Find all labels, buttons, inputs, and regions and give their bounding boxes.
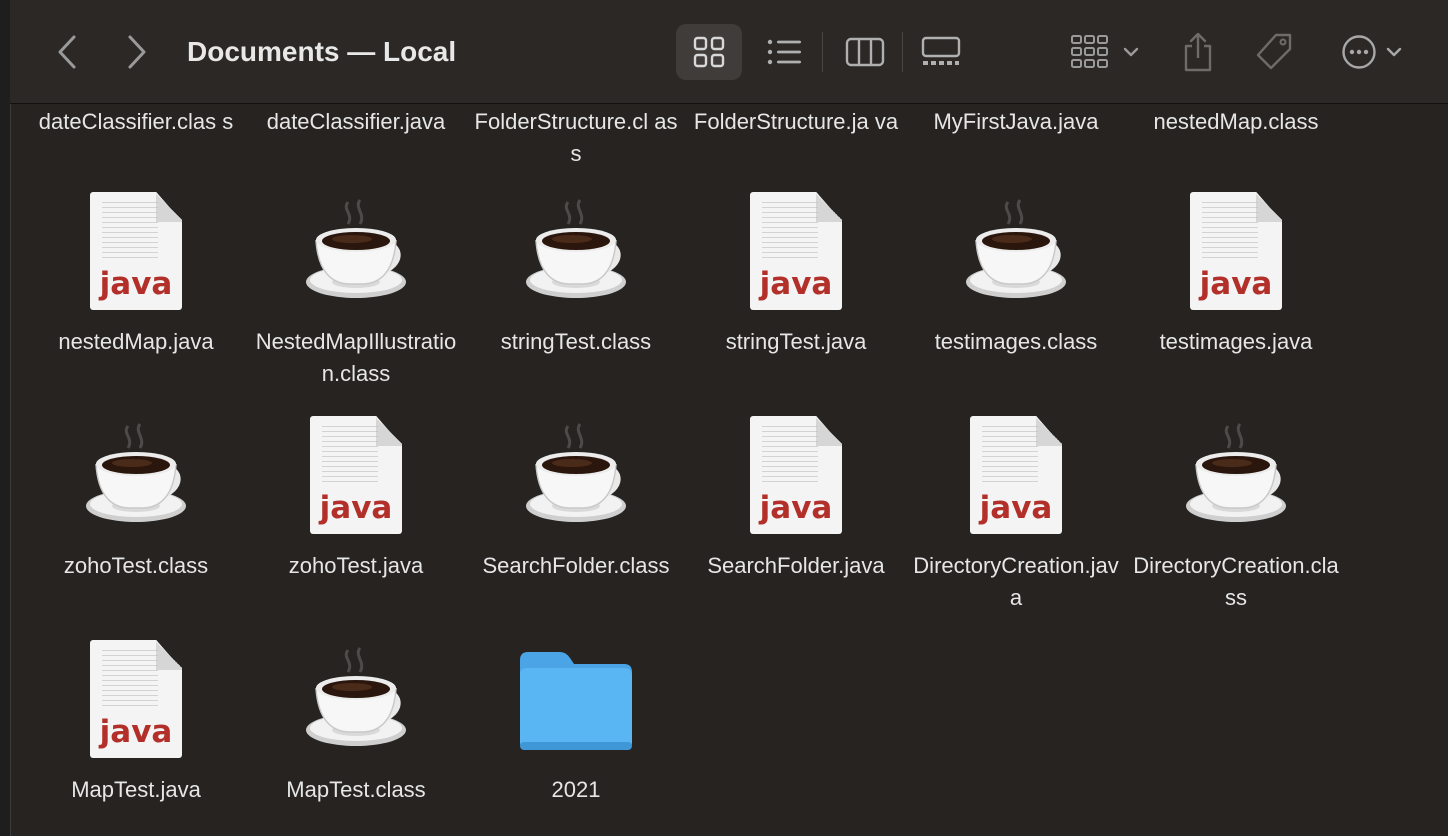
icon-grid-icon	[693, 36, 725, 68]
file-name: dateClassifier.clas s	[38, 109, 234, 134]
file-name: zohoTest.java	[288, 553, 424, 578]
file-name: SearchFolder.java	[707, 553, 885, 578]
toolbar: Documents — Local	[10, 0, 1448, 104]
coffee-cup-icon	[248, 640, 464, 764]
folder-item[interactable]: 2021	[468, 640, 684, 806]
file-item[interactable]: zohoTest.class	[28, 416, 244, 582]
file-item[interactable]: java SearchFolder.java	[688, 416, 904, 582]
java-badge: java	[1199, 266, 1273, 302]
file-name: MyFirstJava.java	[933, 109, 1099, 134]
ellipsis-circle-icon	[1342, 35, 1376, 69]
java-file-icon: java	[688, 416, 904, 540]
file-item[interactable]: SearchFolder.class	[468, 416, 684, 582]
group-by-button[interactable]	[1060, 24, 1150, 80]
file-item[interactable]: stringTest.class	[468, 192, 684, 358]
column-view-button[interactable]	[832, 24, 898, 80]
columns-icon	[845, 37, 885, 67]
file-item[interactable]: MyFirstJava.java	[908, 106, 1124, 138]
file-name: stringTest.java	[725, 329, 867, 354]
java-badge: java	[759, 266, 833, 302]
file-grid: dateClassifier.clas s dateClassifier.jav…	[10, 104, 1448, 836]
file-name: nestedMap.class	[1153, 109, 1319, 134]
file-name: FolderStructure.cl ass	[474, 109, 678, 166]
toolbar-separator	[902, 32, 903, 72]
file-name: testimages.java	[1159, 329, 1313, 354]
file-item[interactable]: java zohoTest.java	[248, 416, 464, 582]
file-item[interactable]: DirectoryCreation.class	[1128, 416, 1344, 614]
java-badge: java	[759, 490, 833, 526]
java-file-icon: java	[908, 416, 1124, 540]
chevron-right-icon	[128, 35, 146, 69]
coffee-cup-icon	[248, 192, 464, 316]
icon-view-button[interactable]	[676, 24, 742, 80]
java-file-icon: java	[28, 192, 244, 316]
file-item[interactable]: testimages.class	[908, 192, 1124, 358]
file-item[interactable]: MapTest.class	[248, 640, 464, 806]
more-actions-button[interactable]	[1330, 24, 1414, 80]
share-button[interactable]	[1170, 24, 1226, 80]
coffee-cup-icon	[908, 192, 1124, 316]
tag-icon	[1256, 33, 1292, 70]
file-name: MapTest.class	[286, 777, 426, 802]
back-button[interactable]	[52, 30, 82, 74]
file-name: nestedMap.java	[58, 329, 214, 354]
coffee-cup-icon	[28, 416, 244, 540]
share-icon	[1184, 32, 1212, 72]
file-item[interactable]: java nestedMap.java	[28, 192, 244, 358]
group-by-icon	[1071, 35, 1108, 68]
file-item[interactable]: FolderStructure.ja va	[688, 106, 904, 138]
java-badge: java	[319, 490, 393, 526]
chevron-left-icon	[58, 35, 76, 69]
file-name: stringTest.class	[500, 329, 652, 354]
java-file-icon: java	[248, 416, 464, 540]
java-file-icon: java	[688, 192, 904, 316]
file-name: DirectoryCreation.java	[913, 553, 1119, 610]
tag-button[interactable]	[1246, 24, 1302, 80]
coffee-cup-icon	[1128, 416, 1344, 540]
file-name: MapTest.java	[71, 777, 201, 802]
gallery-icon	[921, 36, 961, 65]
file-name: testimages.class	[934, 329, 1098, 354]
file-name: NestedMapIllustration.class	[255, 329, 457, 386]
file-name: SearchFolder.class	[482, 553, 670, 578]
file-item[interactable]: java MapTest.java	[28, 640, 244, 806]
file-item[interactable]: NestedMapIllustration.class	[248, 192, 464, 390]
file-item[interactable]: dateClassifier.clas s	[28, 106, 244, 138]
folder-icon	[468, 640, 684, 764]
java-file-icon: java	[1128, 192, 1344, 316]
file-name: dateClassifier.java	[266, 109, 446, 134]
coffee-cup-icon	[468, 192, 684, 316]
file-item[interactable]: java testimages.java	[1128, 192, 1344, 358]
file-item[interactable]: java DirectoryCreation.java	[908, 416, 1124, 614]
list-icon	[767, 39, 801, 65]
file-name: FolderStructure.ja va	[693, 109, 899, 134]
java-file-icon: java	[28, 640, 244, 764]
java-badge: java	[99, 714, 173, 750]
file-item[interactable]: FolderStructure.cl ass	[468, 106, 684, 170]
file-name: zohoTest.class	[63, 553, 209, 578]
forward-button[interactable]	[122, 30, 152, 74]
java-badge: java	[979, 490, 1053, 526]
java-badge: java	[99, 266, 173, 302]
gallery-view-button[interactable]	[908, 24, 974, 80]
file-item[interactable]: java stringTest.java	[688, 192, 904, 358]
chevron-down-icon	[1123, 47, 1139, 57]
window-title: Documents — Local	[187, 36, 457, 67]
file-name: 2021	[551, 777, 601, 802]
list-view-button[interactable]	[752, 24, 818, 80]
chevron-down-icon	[1386, 47, 1402, 57]
file-item[interactable]: nestedMap.class	[1128, 106, 1344, 138]
coffee-cup-icon	[468, 416, 684, 540]
file-item[interactable]: dateClassifier.java	[248, 106, 464, 138]
toolbar-separator	[822, 32, 823, 72]
file-name: DirectoryCreation.class	[1133, 553, 1339, 610]
